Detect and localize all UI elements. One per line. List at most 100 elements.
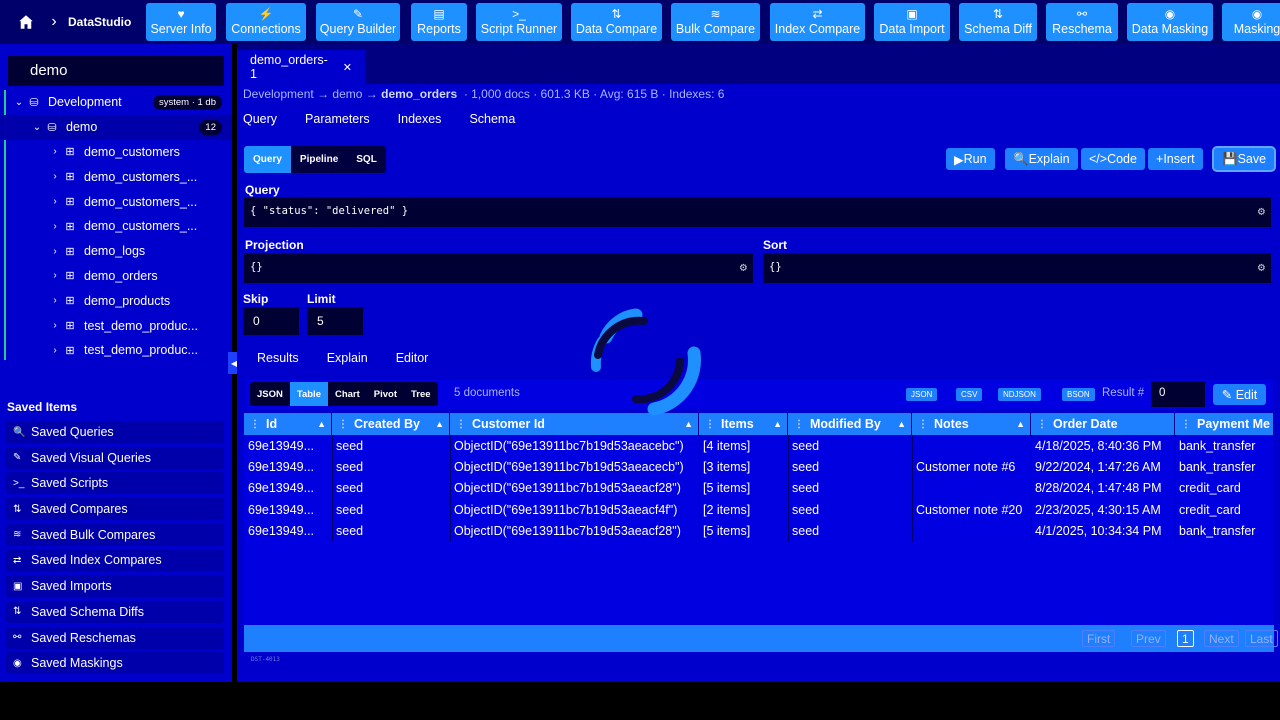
- tree-item-demo-products[interactable]: › ⊞ demo_products: [0, 288, 232, 313]
- chevron-down-icon[interactable]: ⌄: [30, 122, 44, 133]
- sidebar-item-saved-scripts[interactable]: >_ Saved Scripts: [6, 472, 224, 495]
- chevron-right-icon[interactable]: ›: [48, 295, 62, 306]
- column-header-notes[interactable]: ⋮ Notes ▲: [912, 413, 1031, 435]
- column-header-modified-by[interactable]: ⋮ Modified By ▲: [788, 413, 912, 435]
- sidebar-item-saved-schema-diffs[interactable]: ⇅ Saved Schema Diffs: [6, 600, 224, 623]
- tree-item-development[interactable]: ⌄ ⛁ Development system · 1 db: [0, 90, 232, 115]
- nav-schema-diff-button[interactable]: ⇅ Schema Diff: [959, 3, 1037, 41]
- tab-parameters[interactable]: Parameters: [305, 112, 370, 126]
- tree-item-demo[interactable]: ⌄ ⛁ demo 12: [0, 114, 232, 140]
- chevron-right-icon[interactable]: ›: [48, 146, 62, 157]
- chevron-down-icon[interactable]: ⌄: [12, 97, 26, 108]
- breadcrumb-env[interactable]: Development: [243, 87, 314, 101]
- mode-query[interactable]: Query: [244, 146, 291, 173]
- tree-item-demo-customers[interactable]: › ⊞ demo_customers: [0, 140, 232, 165]
- sort-arrow-icon[interactable]: ▲: [317, 419, 326, 429]
- export-json-button[interactable]: JSON: [906, 388, 938, 401]
- drag-handle-icon[interactable]: ⋮: [1037, 419, 1047, 430]
- gear-icon[interactable]: ⚙: [1258, 260, 1265, 274]
- nav-reschema-button[interactable]: ⚯ Reschema: [1046, 3, 1118, 41]
- projection-editor[interactable]: {} ⚙: [244, 253, 753, 283]
- chevron-right-icon[interactable]: ›: [48, 246, 62, 257]
- home-icon[interactable]: [8, 2, 44, 42]
- gear-icon[interactable]: ⚙: [740, 260, 747, 274]
- drag-handle-icon[interactable]: ⋮: [250, 419, 260, 430]
- breadcrumb-db[interactable]: demo: [332, 87, 362, 101]
- explain-button[interactable]: 🔍 Explain: [1005, 148, 1078, 170]
- chevron-right-icon[interactable]: ›: [48, 345, 62, 356]
- insert-button[interactable]: + Insert: [1148, 148, 1203, 170]
- tree-item-demo-customers[interactable]: › ⊞ demo_customers_...: [0, 189, 232, 214]
- nav-server-info-button[interactable]: ♥ Server Info: [146, 3, 216, 41]
- drag-handle-icon[interactable]: ⋮: [794, 419, 804, 430]
- sidebar-item-saved-index-compares[interactable]: ⇄ Saved Index Compares: [6, 549, 224, 572]
- export-bson-button[interactable]: BSON: [1062, 388, 1095, 401]
- code-button[interactable]: </> Code: [1081, 148, 1145, 170]
- nav-data-masking-button[interactable]: ◉ Data Masking: [1127, 3, 1213, 41]
- nav-data-compare-button[interactable]: ⇅ Data Compare: [571, 3, 662, 41]
- nav-query-builder-button[interactable]: ✎ Query Builder: [316, 3, 400, 41]
- tab-results[interactable]: Results: [257, 351, 299, 365]
- column-header-items[interactable]: ⋮ Items ▲: [699, 413, 788, 435]
- view-chart[interactable]: Chart: [328, 382, 367, 406]
- tree-item-demo-orders[interactable]: › ⊞ demo_orders: [0, 264, 232, 289]
- mode-pipeline[interactable]: Pipeline: [291, 146, 347, 173]
- result-number-input[interactable]: 0: [1151, 381, 1205, 407]
- page-1-button[interactable]: 1: [1177, 630, 1194, 647]
- prev-page-button[interactable]: Prev: [1131, 630, 1166, 647]
- sidebar-item-saved-reschemas[interactable]: ⚯ Saved Reschemas: [6, 626, 224, 649]
- table-row[interactable]: 69e13949... seed ObjectID("69e13911bc7b19d…: [244, 435, 1274, 456]
- last-page-button[interactable]: Last: [1245, 630, 1278, 647]
- nav-data-import-button[interactable]: ▣ Data Import: [874, 3, 950, 41]
- sidebar-item-saved-queries[interactable]: 🔍 Saved Queries: [6, 421, 224, 443]
- sort-editor[interactable]: {} ⚙: [763, 253, 1271, 283]
- tab-editor[interactable]: Editor: [396, 351, 429, 365]
- sort-arrow-icon[interactable]: ▲: [1016, 419, 1025, 429]
- table-row[interactable]: 69e13949... seed ObjectID("69e13911bc7b19d…: [244, 499, 1274, 520]
- chevron-right-icon[interactable]: ›: [48, 320, 62, 331]
- sort-arrow-icon[interactable]: ▲: [897, 419, 906, 429]
- drag-handle-icon[interactable]: ⋮: [918, 419, 928, 430]
- tab-query[interactable]: Query: [243, 112, 277, 126]
- sort-arrow-icon[interactable]: ▲: [435, 419, 444, 429]
- chevron-right-icon[interactable]: ›: [48, 270, 62, 281]
- tree-item-demo-customers[interactable]: › ⊞ demo_customers_...: [0, 164, 232, 189]
- table-row[interactable]: 69e13949... seed ObjectID("69e13911bc7b19d…: [244, 456, 1274, 477]
- column-header-payment-me[interactable]: ⋮ Payment Me: [1175, 413, 1274, 435]
- sidebar-item-saved-imports[interactable]: ▣ Saved Imports: [6, 575, 224, 598]
- close-icon[interactable]: ✕: [343, 61, 352, 74]
- tree-item-test-demo-produc[interactable]: › ⊞ test_demo_produc...: [0, 338, 232, 363]
- nav-reports-button[interactable]: ▤ Reports: [411, 3, 467, 41]
- drag-handle-icon[interactable]: ⋮: [338, 419, 348, 430]
- sort-arrow-icon[interactable]: ▲: [773, 419, 782, 429]
- drag-handle-icon[interactable]: ⋮: [1181, 419, 1191, 430]
- edit-button[interactable]: ✎ Edit: [1213, 384, 1266, 405]
- chevron-right-icon[interactable]: ›: [48, 221, 62, 232]
- nav-connections-button[interactable]: ⚡ Connections: [226, 3, 306, 41]
- sidebar-item-saved-compares[interactable]: ⇅ Saved Compares: [6, 498, 224, 521]
- nav-masking-button[interactable]: ◉ Masking: [1222, 3, 1280, 41]
- first-page-button[interactable]: First: [1082, 630, 1116, 647]
- tab-demo-orders[interactable]: demo_orders-1 ✕: [237, 50, 365, 84]
- column-header-id[interactable]: ⋮ Id ▲: [244, 413, 332, 435]
- tree-item-demo-customers[interactable]: › ⊞ demo_customers_...: [0, 214, 232, 239]
- tree-item-test-demo-produc[interactable]: › ⊞ test_demo_produc...: [0, 313, 232, 338]
- export-csv-button[interactable]: CSV: [956, 388, 983, 401]
- tab-explain[interactable]: Explain: [327, 351, 368, 365]
- view-tree[interactable]: Tree: [404, 382, 438, 406]
- drag-handle-icon[interactable]: ⋮: [456, 419, 466, 430]
- chevron-right-icon[interactable]: ›: [48, 196, 62, 207]
- table-row[interactable]: 69e13949... seed ObjectID("69e13911bc7b19d…: [244, 521, 1274, 542]
- sidebar-item-saved-bulk-compares[interactable]: ≋ Saved Bulk Compares: [6, 523, 224, 546]
- query-editor[interactable]: { "status": "delivered" } ⚙: [244, 197, 1271, 227]
- nav-bulk-compare-button[interactable]: ≋ Bulk Compare: [671, 3, 760, 41]
- export-ndjson-button[interactable]: NDJSON: [998, 388, 1041, 401]
- view-table[interactable]: Table: [289, 382, 328, 406]
- column-header-order-date[interactable]: ⋮ Order Date: [1031, 413, 1175, 435]
- tree-item-demo-logs[interactable]: › ⊞ demo_logs: [0, 239, 232, 264]
- view-json[interactable]: JSON: [250, 382, 290, 406]
- nav-script-runner-button[interactable]: >_ Script Runner: [476, 3, 562, 41]
- chevron-right-icon[interactable]: ›: [48, 171, 62, 182]
- skip-input[interactable]: 0: [243, 307, 299, 335]
- mode-sql[interactable]: SQL: [347, 146, 386, 173]
